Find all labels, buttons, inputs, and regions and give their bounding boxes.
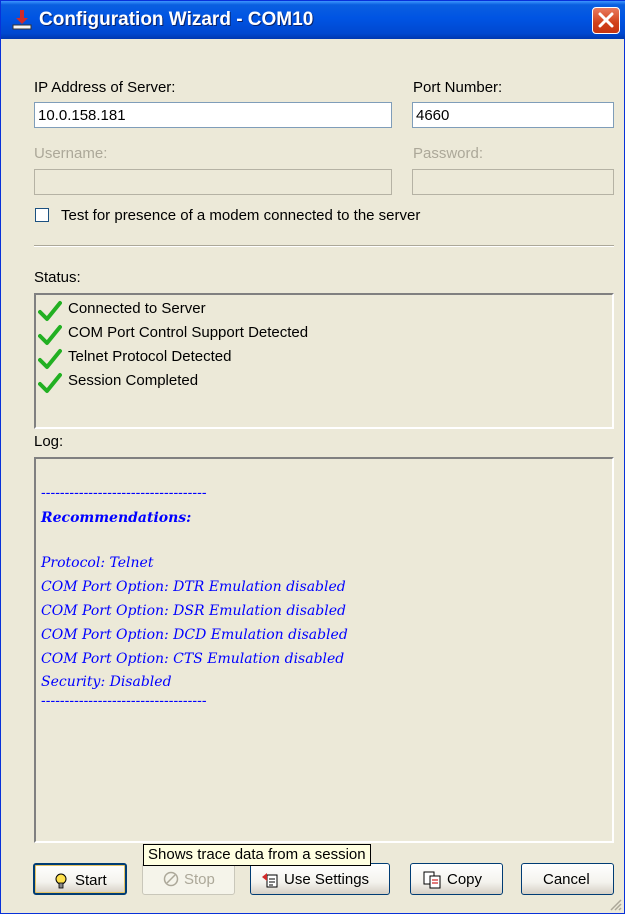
log-line: COM Port Option: DSR Emulation disabled <box>41 603 346 619</box>
status-text: Telnet Protocol Detected <box>68 348 232 365</box>
status-text: COM Port Control Support Detected <box>68 324 309 341</box>
status-text: Session Completed <box>68 372 199 389</box>
log-line: Protocol: Telnet <box>41 555 154 571</box>
copy-button[interactable]: Copy <box>410 863 503 895</box>
log-line: COM Port Option: CTS Emulation disabled <box>41 651 345 667</box>
stop-button-label: Stop <box>184 871 215 888</box>
start-button-label: Start <box>75 872 107 889</box>
log-line: Security: Disabled <box>41 674 172 690</box>
green-check-icon <box>38 325 62 345</box>
log-line: Recommendations: <box>41 510 192 526</box>
stop-button[interactable]: Stop <box>142 863 235 895</box>
password-label: Password: <box>413 145 484 162</box>
close-icon <box>598 12 614 28</box>
separator <box>34 245 614 247</box>
port-number-input[interactable]: 4660 <box>412 102 614 128</box>
modem-test-checkbox[interactable] <box>35 208 49 222</box>
log-line: COM Port Option: DTR Emulation disabled <box>41 579 346 595</box>
close-button[interactable] <box>592 7 620 34</box>
copy-button-label: Copy <box>447 871 483 888</box>
green-check-icon <box>38 349 62 369</box>
green-check-icon <box>38 373 62 393</box>
status-label: Status: <box>34 269 81 286</box>
password-input <box>412 169 614 195</box>
window-title: Configuration Wizard - COM10 <box>39 9 314 30</box>
green-check-icon <box>38 301 62 321</box>
username-input <box>34 169 392 195</box>
wizard-icon <box>12 10 32 30</box>
cancel-button[interactable]: Cancel <box>521 863 614 895</box>
resize-grip-icon[interactable] <box>610 899 622 911</box>
ip-address-label: IP Address of Server: <box>34 79 176 96</box>
cancel-button-label: Cancel <box>543 871 590 888</box>
start-button[interactable]: Start <box>33 863 127 895</box>
stop-icon <box>163 871 179 887</box>
log-line: COM Port Option: DCD Emulation disabled <box>41 627 348 643</box>
status-text: Connected to Server <box>68 300 206 317</box>
log-label: Log: <box>34 433 64 450</box>
lightbulb-icon <box>55 873 67 889</box>
log-line: ----------------------------------- <box>41 693 207 709</box>
status-list: Connected to Server COM Port Control Sup… <box>34 293 614 429</box>
port-number-label: Port Number: <box>413 79 503 96</box>
use-settings-button[interactable]: Use Settings <box>250 863 390 895</box>
username-label: Username: <box>34 145 108 162</box>
tooltip: Shows trace data from a session <box>143 844 371 866</box>
modem-test-label[interactable]: Test for presence of a modem connected t… <box>61 207 420 224</box>
log-line: ----------------------------------- <box>41 485 207 501</box>
copy-icon <box>423 871 441 889</box>
use-settings-icon <box>262 873 278 888</box>
title-bar[interactable]: Configuration Wizard - COM10 <box>1 1 625 39</box>
log-output[interactable]: ----------------------------------- Reco… <box>34 457 614 843</box>
use-settings-button-label: Use Settings <box>284 871 370 888</box>
configuration-wizard-window: Configuration Wizard - COM10 IP Address … <box>0 0 625 914</box>
ip-address-input[interactable]: 10.0.158.181 <box>34 102 392 128</box>
